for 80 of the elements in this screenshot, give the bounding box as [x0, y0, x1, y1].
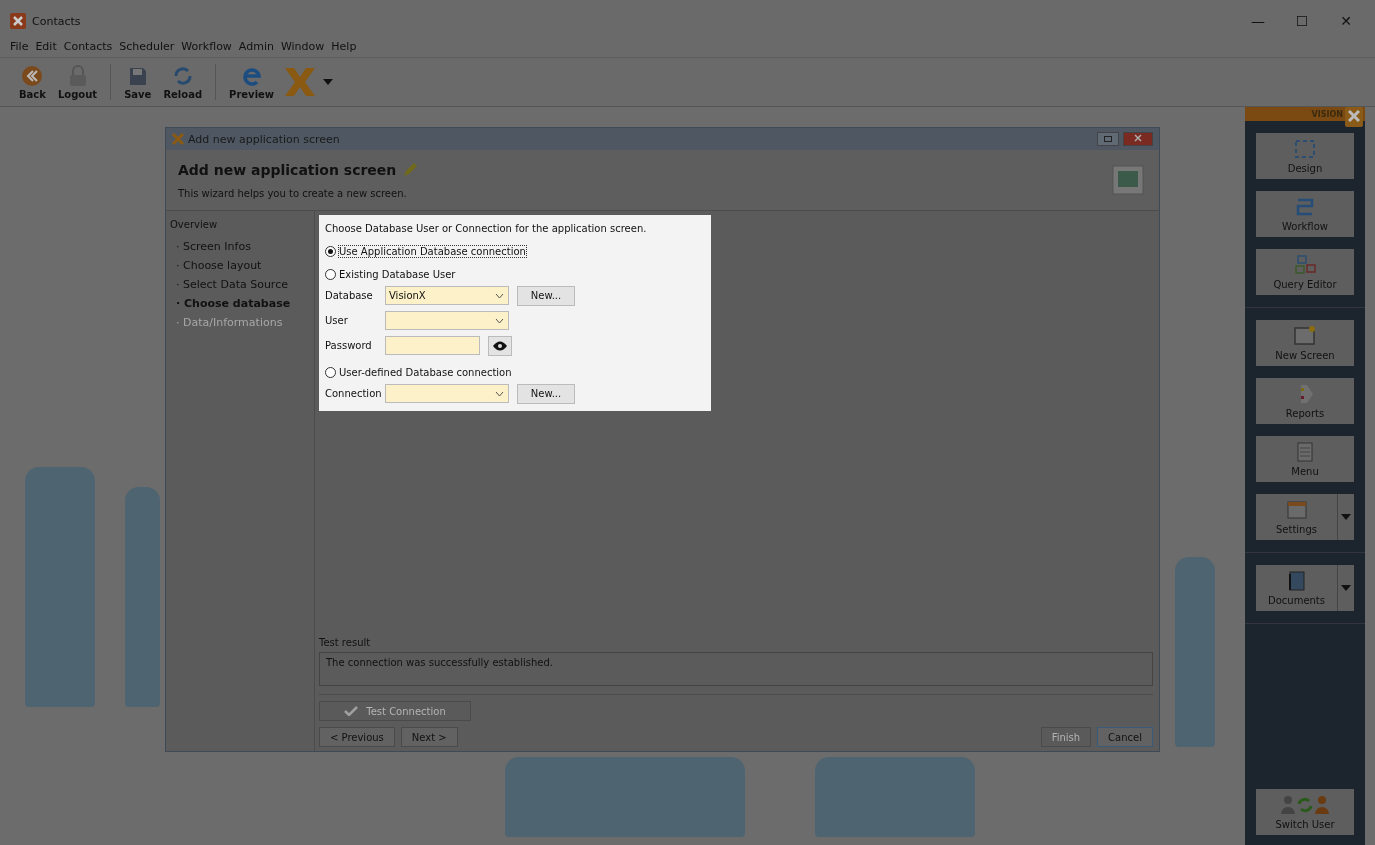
chevron-down-icon — [495, 390, 504, 397]
wizard-heading: Add new application screen — [178, 161, 397, 178]
window-restore-icon — [1104, 136, 1112, 142]
menu-item[interactable]: Scheduler — [119, 40, 175, 53]
wizard-step[interactable]: · Select Data Source — [170, 278, 310, 291]
linked-boxes-icon — [1293, 254, 1317, 276]
restore-button[interactable] — [1097, 132, 1119, 146]
radio-label[interactable]: User-defined Database connection — [339, 367, 512, 378]
menu-item[interactable]: Admin — [238, 40, 274, 53]
password-field[interactable] — [385, 336, 480, 355]
maximize-button[interactable]: ☐ — [1283, 13, 1321, 29]
save-button[interactable]: Save — [121, 64, 155, 100]
wizard-step[interactable]: · Choose layout — [170, 259, 310, 272]
field-label: Database — [325, 290, 374, 301]
radio-button[interactable] — [325, 246, 336, 257]
wizard-step[interactable]: · Screen Infos — [170, 240, 310, 253]
caret-icon[interactable] — [1337, 565, 1354, 611]
close-button[interactable]: ✕ — [1327, 13, 1365, 29]
sidebar-button[interactable]: Workflow — [1256, 191, 1354, 237]
menu-item[interactable]: Help — [331, 40, 357, 53]
wizard-nav-button[interactable]: < Previous — [319, 727, 395, 747]
dropdown-field[interactable] — [385, 384, 509, 403]
radio-button[interactable] — [325, 367, 336, 378]
window-title: Contacts — [32, 14, 82, 28]
menu-item[interactable]: File — [10, 40, 29, 53]
close-button[interactable] — [1123, 132, 1153, 146]
sidebar-button[interactable]: Settings — [1256, 494, 1354, 540]
radio-button[interactable] — [325, 269, 336, 280]
wizard-subtitle: This wizard helps you to create a new screen. — [178, 187, 408, 199]
eye-icon — [493, 340, 507, 351]
field-label: Password — [325, 340, 373, 351]
x-logo-icon — [172, 133, 184, 145]
sidebar-button[interactable]: Documents — [1256, 565, 1354, 611]
menu-item[interactable]: Workflow — [181, 40, 232, 53]
logout-button[interactable]: Logout — [54, 64, 101, 100]
dialog-button[interactable]: Cancel — [1097, 727, 1153, 747]
wizard-nav-button[interactable]: Next > — [400, 727, 458, 747]
menu-item[interactable]: Contacts — [63, 40, 113, 53]
brand-name: VISION — [1311, 109, 1343, 119]
preview-button[interactable]: Preview — [226, 64, 278, 100]
chevron-down-icon — [495, 317, 504, 324]
dialog-title: Add new application screen — [188, 132, 340, 146]
show-password-button[interactable] — [488, 335, 512, 356]
new-button[interactable]: New... — [517, 383, 575, 404]
window-icon — [1284, 499, 1309, 521]
sidebar-button[interactable]: New Screen — [1256, 320, 1354, 366]
new-button[interactable]: New... — [517, 285, 575, 306]
close-icon — [1134, 134, 1142, 142]
dropdown-field[interactable] — [385, 311, 509, 330]
panel-prompt: Choose Database User or Connection for the application screen. — [325, 223, 648, 234]
menu-item[interactable]: Window — [280, 40, 325, 53]
users-swap-icon — [1279, 794, 1331, 816]
menu-item[interactable]: Edit — [35, 40, 57, 53]
sidebar-button[interactable]: Menu — [1256, 436, 1354, 482]
rewind-icon — [21, 64, 44, 87]
radio-label[interactable]: Existing Database User — [339, 269, 456, 280]
switch-user-button[interactable]: Switch User — [1256, 789, 1354, 835]
sidebar-button[interactable]: Query Editor — [1256, 249, 1354, 295]
test-result-label: Test result — [319, 637, 372, 648]
minimize-button[interactable]: — — [1239, 13, 1277, 29]
dashed-frame-icon — [1293, 138, 1317, 160]
overview-label: Overview — [170, 219, 219, 230]
checkmark-icon — [344, 706, 359, 716]
field-label: Connection — [325, 388, 381, 399]
sidebar-button[interactable]: Design — [1256, 133, 1354, 179]
pencil-icon — [402, 161, 419, 178]
caret-icon[interactable] — [1337, 494, 1354, 540]
new-window-icon — [1293, 325, 1317, 347]
x-logo-icon — [1345, 107, 1363, 127]
chevron-down-icon — [495, 292, 504, 299]
test-result-field: The connection was successfully established. — [319, 652, 1153, 686]
field-label: User — [325, 315, 349, 326]
caret-icon[interactable] — [323, 79, 334, 85]
back-button[interactable]: Back — [16, 64, 49, 100]
app-logo-icon — [10, 13, 26, 29]
dropdown-field[interactable]: VisionX — [385, 286, 509, 305]
sidebar-button[interactable]: Reports — [1256, 378, 1354, 424]
radio-label[interactable]: Use Application Database connection — [339, 246, 526, 257]
reload-button[interactable]: Reload — [160, 64, 206, 100]
wizard-step[interactable]: · Choose database — [170, 297, 310, 310]
